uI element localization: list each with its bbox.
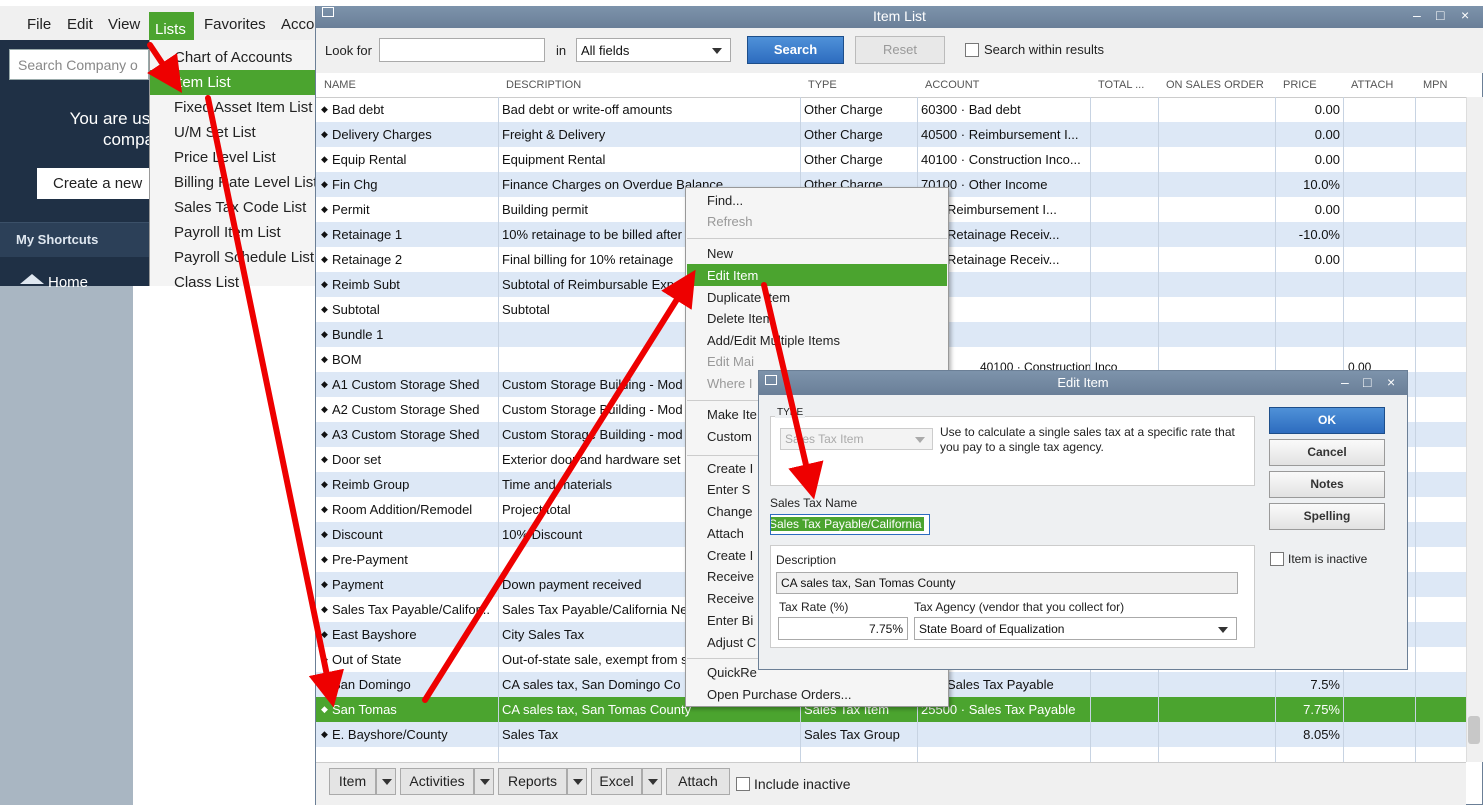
arrow-to-sales-tax-name xyxy=(761,282,824,500)
arrow-to-san-tomas-row xyxy=(205,95,344,708)
annotation-arrows xyxy=(147,42,824,708)
arrow-to-edit-item xyxy=(422,269,696,703)
arrow-to-item-list xyxy=(147,42,182,93)
